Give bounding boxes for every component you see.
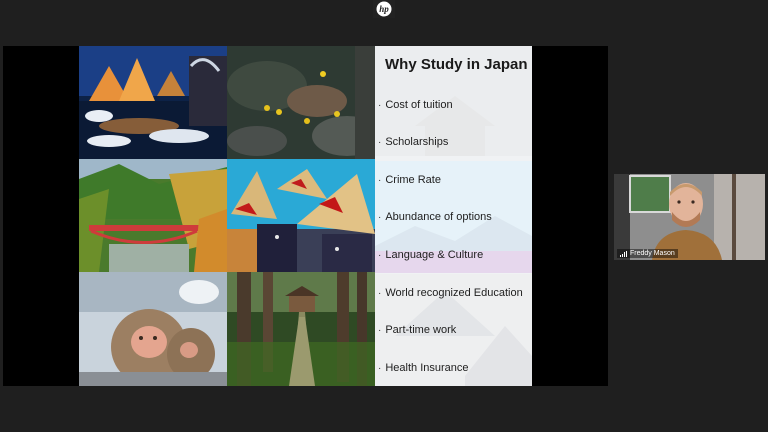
photo-winter-garden-night	[79, 46, 227, 159]
participant-name-tag: Freddy Mason	[617, 249, 678, 258]
participant-name: Freddy Mason	[630, 250, 675, 257]
bullet-text: Abundance of options	[385, 211, 492, 223]
bullet-dot: ·	[378, 325, 382, 336]
signal-bars-icon	[620, 250, 627, 257]
bullet-text: Part-time work	[385, 324, 457, 336]
bullet-dot: ·	[378, 250, 382, 261]
list-item: · World recognized Education	[378, 287, 523, 299]
list-item: · Part-time work	[378, 324, 456, 336]
bullet-dot: ·	[378, 288, 382, 299]
participant-video-feed	[614, 174, 765, 260]
list-item: · Abundance of options	[378, 211, 492, 223]
photo-red-bridge-valley	[79, 159, 227, 272]
bullet-dot: ·	[378, 100, 382, 111]
bullet-dot: ·	[378, 175, 382, 186]
bullet-text: Scholarships	[385, 136, 449, 148]
bullet-text: Language & Culture	[385, 249, 484, 261]
bullet-dot: ·	[378, 212, 382, 223]
bullet-dot: ·	[378, 363, 382, 374]
list-item: · Scholarships	[378, 136, 448, 148]
bullet-text: Health Insurance	[385, 362, 469, 374]
participant-video-tile[interactable]: Freddy Mason	[614, 174, 765, 260]
bullet-text: Cost of tuition	[385, 99, 453, 111]
photo-dancers-straw-hats	[227, 159, 375, 272]
list-item: · Crime Rate	[378, 174, 441, 186]
list-item: · Cost of tuition	[378, 99, 453, 111]
svg-text:hp: hp	[379, 4, 389, 14]
bullet-list: · Cost of tuition · Scholarships · Crime Ra…	[375, 46, 532, 386]
photo-snow-monkeys	[79, 272, 227, 386]
photo-pond-stones	[227, 46, 375, 159]
bullet-text: Crime Rate	[385, 174, 441, 186]
slide-text-panel: Why Study in Japan · Cost of tuition · Sch…	[375, 46, 532, 386]
bullet-text: World recognized Education	[385, 287, 523, 299]
list-item: · Health Insurance	[378, 362, 469, 374]
hp-logo-icon: hp	[373, 0, 395, 18]
presentation-slide: Why Study in Japan · Cost of tuition · Sch…	[79, 46, 532, 386]
bullet-dot: ·	[378, 137, 382, 148]
list-item: · Language & Culture	[378, 249, 483, 261]
photo-forest-path-shrine	[227, 272, 375, 386]
